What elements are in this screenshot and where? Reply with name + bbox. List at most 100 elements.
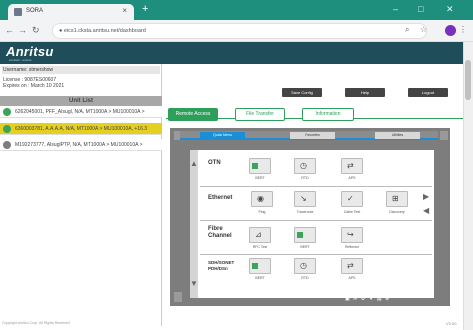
bookmark-star-icon[interactable]: ☆ <box>420 25 427 35</box>
aps-icon: ⇄ <box>347 261 354 270</box>
bert-icon <box>297 232 303 238</box>
unit-list-header: Unit List <box>0 96 162 106</box>
scroll-down-icon[interactable]: ▼ <box>190 280 198 288</box>
section-fibre-channel-label: Fibre Channel <box>208 226 232 239</box>
reload-icon[interactable]: ↻ <box>32 25 40 35</box>
unit-list-item[interactable]: 6262045001, PFF_AIsugl, N/A, MT1000A > M… <box>0 106 162 118</box>
otn-aps-label: APS <box>348 176 356 180</box>
ethernet-traceroute-label: Traceroute <box>296 210 314 214</box>
prev-page-icon[interactable]: ◀ <box>423 207 429 215</box>
rtd-icon: ◷ <box>300 161 307 170</box>
tab-information[interactable]: Information <box>302 108 354 121</box>
address-bar: ← → ↻ ● eics1.cksta.anritsu.net/dashboar… <box>0 20 473 42</box>
section-otn-label: OTN <box>208 160 221 166</box>
otn-rtd-label: RTD <box>301 176 309 180</box>
copyright-text: Copyright Anritsu Corp. All Rights Reser… <box>2 321 70 325</box>
anritsu-logo: Anritsu <box>6 44 54 59</box>
remote-side-button[interactable] <box>174 292 182 302</box>
minimize-button[interactable]: – <box>393 3 398 15</box>
ethernet-discovery-button[interactable]: ⊞ <box>386 191 408 207</box>
fibre-bert-label: BERT <box>300 245 310 249</box>
sdh-aps-button[interactable]: ⇄ <box>341 258 363 274</box>
ping-icon: ◉ <box>257 194 264 203</box>
ethernet-cable-test-label: Cable Test <box>343 210 361 214</box>
sdh-bert-button[interactable] <box>249 258 271 274</box>
traceroute-icon: ↘ <box>300 194 307 203</box>
ethernet-cable-test-button[interactable]: ✓ <box>341 191 363 207</box>
browser-tab[interactable]: SORA × <box>8 4 134 20</box>
sdh-aps-label: APS <box>348 276 356 280</box>
remote-side-button[interactable] <box>174 131 180 140</box>
menu-icon[interactable]: ⋮ <box>459 25 467 35</box>
close-tab-icon[interactable]: × <box>122 6 127 15</box>
otn-bert-button[interactable] <box>249 158 271 174</box>
otn-bert-label: BERT <box>255 176 265 180</box>
fibre-bert-button[interactable] <box>294 227 316 243</box>
divider <box>200 220 432 221</box>
section-sdh-sonet-label: SDH/SONET PDH/DSn <box>208 260 235 271</box>
cable-test-icon: ✓ <box>347 194 354 203</box>
logo-tagline: envision : ensure <box>9 58 32 62</box>
remote-tab-utilities[interactable]: Utilities <box>375 132 420 139</box>
fibre-rfc-test-button[interactable]: ⊿ <box>249 227 271 243</box>
ethernet-ping-button[interactable]: ◉ <box>251 191 273 207</box>
tab-file-transfer[interactable]: File Transfer <box>235 108 285 121</box>
app-header: Anritsu envision : ensure <box>0 42 463 64</box>
remote-side-button[interactable] <box>440 131 448 140</box>
unit-text: 6262045001, PFF_AIsugl, N/A, MT1000A > M… <box>15 109 145 115</box>
next-page-icon[interactable]: ▶ <box>423 193 429 201</box>
status-dot-icon <box>3 141 11 149</box>
bert-icon <box>252 263 258 269</box>
scrollbar-thumb[interactable] <box>465 60 471 100</box>
ethernet-discovery-label: Discovery <box>389 210 405 214</box>
unit-text: M192273777, AIsuglPTP, N/A, MT1000A > MU… <box>15 142 143 148</box>
back-icon[interactable]: ← <box>5 25 14 35</box>
version-text: V3.00 <box>446 321 457 326</box>
divider <box>200 254 432 255</box>
username-label: Username: stmershow <box>2 66 160 74</box>
sdh-bert-label: BERT <box>255 276 265 280</box>
license-info: License : 9087ES00607 Expires on : March… <box>3 77 64 89</box>
fibre-reflector-label: Reflector <box>344 245 359 249</box>
remote-status-icons[interactable]: ▣ ✉ ⚙ ▼ ▤ ⊕ <box>345 295 440 303</box>
tab-remote-access[interactable]: Remote Access <box>168 108 218 121</box>
maximize-button[interactable]: □ <box>418 3 423 15</box>
ethernet-traceroute-button[interactable]: ↘ <box>294 191 316 207</box>
unit-list-item-selected[interactable]: 6360003781, A.A.A.A, N/A, MT1000A > MU10… <box>0 123 162 135</box>
expires-label: Expires on : March 10 2021 <box>3 83 65 89</box>
save-config-button[interactable]: Save Config <box>282 88 322 97</box>
scroll-up-icon[interactable]: ▲ <box>190 160 198 168</box>
aps-icon: ⇄ <box>347 161 354 170</box>
logout-button[interactable]: Logout <box>408 88 448 97</box>
remote-tab-favorites[interactable]: Favorites <box>290 132 335 139</box>
help-button[interactable]: Help <box>345 88 385 97</box>
bert-icon <box>252 163 258 169</box>
browser-tab-title: SORA <box>26 8 44 14</box>
close-window-button[interactable]: ✕ <box>446 3 454 15</box>
search-icon[interactable]: ⌕ <box>405 25 409 35</box>
discovery-icon: ⊞ <box>392 194 399 203</box>
fibre-reflector-button[interactable]: ↪ <box>341 227 363 243</box>
section-ethernet-label: Ethernet <box>208 195 233 201</box>
sdh-rtd-label: RTD <box>301 276 309 280</box>
otn-aps-button[interactable]: ⇄ <box>341 158 363 174</box>
rfc-chart-icon: ⊿ <box>255 230 262 239</box>
sdh-rtd-button[interactable]: ◷ <box>294 258 316 274</box>
forward-icon[interactable]: → <box>18 25 27 35</box>
url-input[interactable]: ● eics1.cksta.anritsu.net/dashboard <box>52 23 427 39</box>
divider <box>200 186 432 187</box>
remote-tab-quick-menu[interactable]: Quick Menu <box>200 132 245 139</box>
status-dot-icon <box>3 125 11 133</box>
status-dot-icon <box>3 108 11 116</box>
url-text: ● eics1.cksta.anritsu.net/dashboard <box>59 28 146 34</box>
otn-rtd-button[interactable]: ◷ <box>294 158 316 174</box>
ethernet-ping-label: Ping <box>258 210 266 214</box>
new-tab-button[interactable]: + <box>142 3 148 15</box>
profile-avatar[interactable] <box>445 25 456 36</box>
unit-text: 6360003781, A.A.A.A, N/A, MT1000A > MU10… <box>15 126 148 132</box>
unit-list-item[interactable]: M192273777, AIsuglPTP, N/A, MT1000A > MU… <box>0 139 162 151</box>
reflector-icon: ↪ <box>347 230 354 239</box>
fibre-rfc-test-label: RFC Test <box>252 245 268 249</box>
favicon-icon <box>14 8 22 16</box>
rtd-icon: ◷ <box>300 261 307 270</box>
